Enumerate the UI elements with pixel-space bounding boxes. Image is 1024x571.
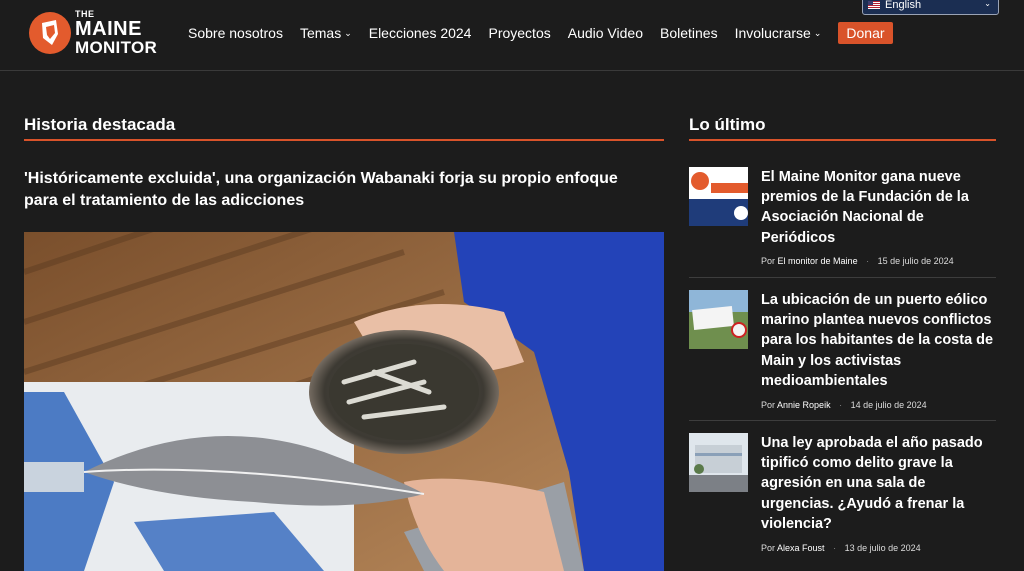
featured-story-title[interactable]: 'Históricamente excluida', una organizac… <box>24 168 654 212</box>
nav-item-boletines[interactable]: Boletines <box>660 25 718 41</box>
featured-section-title: Historia destacada <box>24 115 176 134</box>
post-by: Por <box>761 400 776 410</box>
main-nav: Sobre nosotros Temas ⌄ Elecciones 2024 Pr… <box>188 22 910 44</box>
post-divider <box>689 277 996 278</box>
featured-story-image[interactable] <box>24 232 664 571</box>
chevron-down-icon: ⌄ <box>984 0 991 8</box>
post-author[interactable]: El monitor de Maine <box>778 256 858 266</box>
post-meta: Por Annie Ropeik · 14 de julio de 2024 <box>761 400 927 410</box>
post-author[interactable]: Alexa Foust <box>777 543 825 553</box>
donate-button[interactable]: Donar <box>838 22 893 44</box>
post-date: 14 de julio de 2024 <box>850 400 927 410</box>
post-title[interactable]: El Maine Monitor gana nueve premios de l… <box>761 167 1001 248</box>
nav-label: Temas <box>299 25 342 41</box>
nav-label: Proyectos <box>488 25 551 41</box>
logo-maine: MAINE <box>75 18 142 40</box>
nav-item-involucrarse[interactable]: Involucrarse ⌄ <box>735 25 822 41</box>
nav-label: Involucrarse <box>734 25 811 41</box>
site-logo[interactable]: THE MAINE MONITOR <box>29 10 158 57</box>
post-thumbnail[interactable] <box>689 290 748 349</box>
chevron-down-icon: ⌄ <box>344 27 352 38</box>
nav-label: Sobre nosotros <box>188 25 283 41</box>
post-title[interactable]: La ubicación de un puerto eólico marino … <box>761 290 1001 391</box>
post-divider <box>689 420 996 421</box>
post-by: Por <box>761 543 776 553</box>
post-author[interactable]: Annie Ropeik <box>777 400 831 410</box>
post-thumbnail[interactable] <box>689 433 748 492</box>
latest-section-title: Lo último <box>689 115 766 134</box>
language-selected: English <box>885 0 922 11</box>
post-title[interactable]: Una ley aprobada el año pasado tipificó … <box>761 433 1001 534</box>
chevron-down-icon: ⌄ <box>813 27 822 38</box>
language-select[interactable]: English ⌄ <box>862 0 999 15</box>
nav-item-temas[interactable]: Temas ⌄ <box>300 25 352 41</box>
post-meta: Por El monitor de Maine · 15 de julio de… <box>761 256 954 266</box>
nav-item-proyectos[interactable]: Proyectos <box>488 25 550 41</box>
site-header: THE MAINE MONITOR Sobre nosotros Temas ⌄ … <box>0 0 1024 71</box>
nav-label: Audio Video <box>567 25 643 41</box>
nav-item-elecciones[interactable]: Elecciones 2024 <box>369 25 472 41</box>
nav-label: Elecciones 2024 <box>368 25 472 41</box>
post-meta: Por Alexa Foust · 13 de julio de 2024 <box>761 543 921 553</box>
nav-label: Boletines <box>659 25 718 41</box>
nav-item-audio-video[interactable]: Audio Video <box>568 25 643 41</box>
nav-item-sobre-nosotros[interactable]: Sobre nosotros <box>188 25 283 41</box>
logo-monitor: MONITOR <box>75 38 158 57</box>
post-date: 13 de julio de 2024 <box>844 543 921 553</box>
post-by: Por <box>761 256 776 266</box>
featured-divider <box>24 139 664 141</box>
latest-divider <box>689 139 996 141</box>
logo-icon <box>29 12 71 54</box>
post-thumbnail[interactable] <box>689 167 748 226</box>
us-flag-icon <box>868 1 880 9</box>
post-date: 15 de julio de 2024 <box>877 256 954 266</box>
